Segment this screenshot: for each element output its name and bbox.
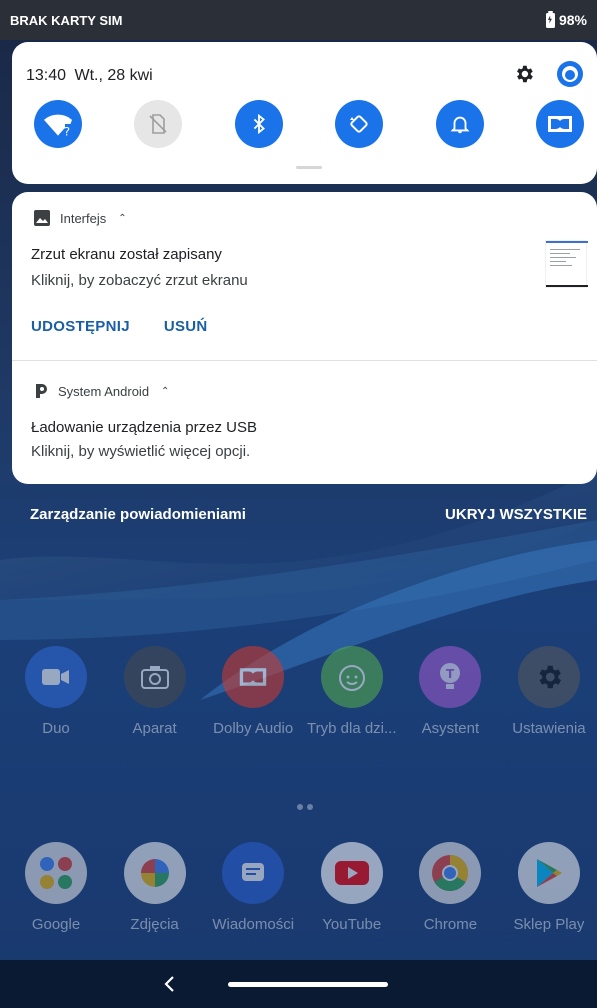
lightbulb-icon: T <box>419 646 482 708</box>
home-row-2: Google Zdjęcia Wiadomości YouTube Chrome… <box>8 842 597 933</box>
app-label: Tryb dla dzi... <box>307 720 397 737</box>
hide-all-button[interactable]: UKRYJ WSZYSTKIE <box>445 506 587 523</box>
photos-icon <box>123 842 186 904</box>
app-label: YouTube <box>322 916 382 933</box>
notifications-tile[interactable] <box>435 100 484 148</box>
quick-settings-tiles: ? <box>34 100 584 148</box>
chevron-up-icon[interactable]: ⌃ <box>161 386 169 397</box>
dolby-icon <box>222 646 285 708</box>
notification-app-name: System Android <box>58 383 150 399</box>
messages-icon <box>222 842 285 904</box>
app-photos[interactable]: Zdjęcia <box>107 842 203 933</box>
app-label: Wiadomości <box>212 916 295 933</box>
dolby-tile[interactable] <box>535 100 584 148</box>
notification-title: Zrzut ekranu został zapisany <box>31 246 222 263</box>
bluetooth-icon <box>253 113 265 135</box>
screenshot-notification[interactable]: Interfejs ⌃ Zrzut ekranu został zapisany… <box>12 192 597 360</box>
notification-app-header: System Android ⌃ <box>34 383 169 399</box>
page-dot <box>307 804 313 810</box>
notification-actions: UDOSTĘPNIJ USUŃ <box>31 318 208 335</box>
app-kids-mode[interactable]: Tryb dla dzi... <box>304 646 400 737</box>
manage-notifications-button[interactable]: Zarządzanie powiadomieniami <box>30 506 246 523</box>
chrome-icon <box>419 842 482 904</box>
home-gesture-bar[interactable] <box>228 982 388 987</box>
kids-icon <box>320 646 383 708</box>
app-youtube[interactable]: YouTube <box>304 842 400 933</box>
user-avatar-icon[interactable] <box>557 60 583 92</box>
android-p-icon <box>36 384 47 398</box>
sim-tile[interactable] <box>134 100 183 148</box>
app-messages[interactable]: Wiadomości <box>205 842 301 933</box>
clock-date[interactable]: 13:40 Wt., 28 kwi <box>26 67 153 85</box>
app-label: Asystent <box>421 720 480 737</box>
battery-indicator: 98% <box>545 10 587 28</box>
clock: 13:40 <box>26 67 67 84</box>
svg-text:T: T <box>446 667 455 681</box>
youtube-icon <box>320 842 383 904</box>
app-assistant[interactable]: T Asystent <box>402 646 498 737</box>
google-folder-icon <box>25 842 87 904</box>
app-label: Sklep Play <box>513 916 585 933</box>
quick-settings-panel: 13:40 Wt., 28 kwi ? <box>12 42 597 184</box>
chevron-up-icon[interactable]: ⌃ <box>118 213 126 224</box>
app-dolby-audio[interactable]: Dolby Audio <box>205 646 301 737</box>
camera-icon <box>123 646 186 708</box>
app-label: Duo <box>42 720 70 737</box>
battery-percent: 98% <box>558 12 587 28</box>
settings-gear-icon[interactable] <box>513 63 535 90</box>
app-label: Ustawienia <box>512 720 586 737</box>
app-label: Chrome <box>423 916 478 933</box>
app-label: Aparat <box>132 720 177 737</box>
drag-handle[interactable] <box>296 166 322 169</box>
status-bar: BRAK KARTY SIM 98% <box>0 0 597 40</box>
wifi-unknown-icon: ? <box>44 114 72 138</box>
navigation-bar <box>0 960 597 1008</box>
app-google-folder[interactable]: Google <box>8 842 104 933</box>
play-store-icon <box>517 842 580 904</box>
notification-app-header: Interfejs ⌃ <box>34 210 127 226</box>
back-icon[interactable] <box>158 972 182 996</box>
notification-text: Kliknij, by zobaczyć zrzut ekranu <box>31 272 248 289</box>
app-play-store[interactable]: Sklep Play <box>501 842 597 933</box>
usb-notification[interactable]: System Android ⌃ Ładowanie urządzenia pr… <box>12 361 597 484</box>
app-label: Dolby Audio <box>213 720 294 737</box>
share-button[interactable]: UDOSTĘPNIJ <box>31 318 130 335</box>
duo-icon <box>25 646 87 708</box>
page-dot <box>297 804 303 810</box>
app-chrome[interactable]: Chrome <box>402 842 498 933</box>
autorotate-icon <box>350 115 368 133</box>
svg-text:?: ? <box>64 125 70 138</box>
home-row-1: Duo Aparat Dolby Audio Tryb dla dzi... T… <box>8 646 597 737</box>
notification-card: Interfejs ⌃ Zrzut ekranu został zapisany… <box>12 192 597 484</box>
dolby-icon <box>547 116 572 132</box>
wifi-tile[interactable]: ? <box>34 100 82 148</box>
bluetooth-tile[interactable] <box>234 100 283 148</box>
carrier-label: BRAK KARTY SIM <box>10 12 123 28</box>
date: Wt., 28 kwi <box>74 67 153 84</box>
notification-title: Ładowanie urządzenia przez USB <box>31 419 257 436</box>
app-duo[interactable]: Duo <box>8 646 104 737</box>
bell-icon <box>450 116 470 134</box>
no-sim-icon <box>149 114 167 134</box>
notification-text: Kliknij, by wyświetlić więcej opcji. <box>31 443 251 460</box>
screenshot-thumbnail <box>545 240 588 288</box>
app-label: Zdjęcia <box>130 916 179 933</box>
delete-button[interactable]: USUŃ <box>164 318 208 335</box>
image-icon <box>34 210 50 226</box>
gear-icon <box>517 646 580 708</box>
notification-app-name: Interfejs <box>60 210 107 226</box>
battery-charging-icon <box>545 10 555 28</box>
app-camera[interactable]: Aparat <box>107 646 203 737</box>
quick-settings-header: 13:40 Wt., 28 kwi <box>26 60 583 90</box>
app-settings[interactable]: Ustawienia <box>501 646 597 737</box>
page-indicator <box>297 804 313 810</box>
notification-footer: Zarządzanie powiadomieniami UKRYJ WSZYST… <box>30 506 587 523</box>
app-label: Google <box>31 916 81 933</box>
autorotate-tile[interactable] <box>335 100 384 148</box>
